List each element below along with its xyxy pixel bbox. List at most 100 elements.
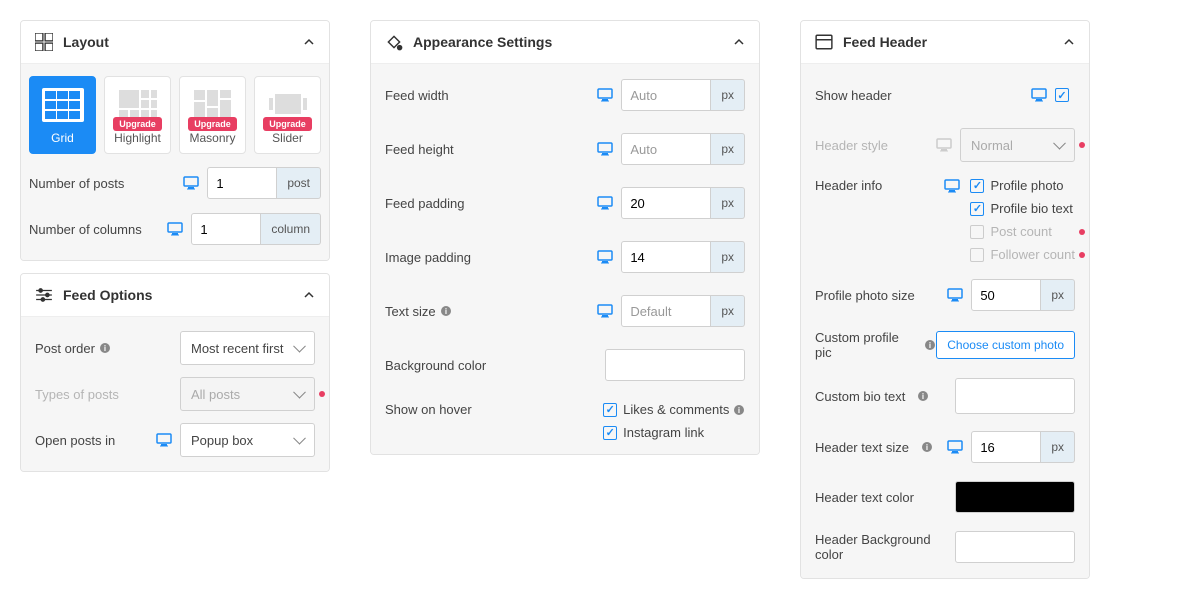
- checkbox-icon: [970, 225, 984, 239]
- profile-photo-size-row: Profile photo size px: [815, 278, 1075, 312]
- header-text-size-input[interactable]: [971, 431, 1041, 463]
- layout-panel-header[interactable]: Layout: [21, 21, 329, 64]
- sliders-icon: [35, 286, 53, 304]
- show-header-checkbox[interactable]: [1055, 88, 1069, 102]
- header-bg-color-label: Header Background color: [815, 532, 955, 562]
- desktop-icon: [936, 137, 952, 153]
- feed-height-row: Feed height px: [385, 132, 745, 166]
- unit-label: px: [1041, 431, 1075, 463]
- notification-dot-icon: [319, 391, 325, 397]
- feed-header-header[interactable]: Feed Header: [801, 21, 1089, 64]
- feed-width-input[interactable]: [621, 79, 711, 111]
- layout-card-highlight[interactable]: Upgrade Highlight: [104, 76, 171, 154]
- number-of-columns-label: Number of columns: [29, 222, 163, 237]
- post-order-select[interactable]: Most recent first: [180, 331, 315, 365]
- image-padding-label: Image padding: [385, 250, 593, 265]
- show-header-label: Show header: [815, 88, 1027, 103]
- layout-card-masonry[interactable]: Upgrade Masonry: [179, 76, 246, 154]
- unit-label: px: [711, 295, 745, 327]
- number-of-posts-input[interactable]: [207, 167, 277, 199]
- profile-photo-checkbox-row[interactable]: Profile photo: [970, 178, 1075, 193]
- custom-profile-pic-label: Custom profile pic i: [815, 330, 936, 360]
- feed-header-panel: Feed Header Show header Header style Nor…: [800, 20, 1090, 579]
- layout-card-slider[interactable]: Upgrade Slider: [254, 76, 321, 154]
- feed-padding-row: Feed padding px: [385, 186, 745, 220]
- feed-options-panel: Feed Options Post orderi Most recent fir…: [20, 273, 330, 472]
- likes-comments-label: Likes & comments: [623, 402, 729, 417]
- feed-padding-label: Feed padding: [385, 196, 593, 211]
- header-text-color-label: Header text color: [815, 490, 955, 505]
- layout-title: Layout: [63, 34, 303, 50]
- open-posts-in-row: Open posts in Popup box: [35, 423, 315, 457]
- layout-options: Grid Upgrade Highlight Upgrade Masonry U…: [29, 76, 321, 154]
- info-icon: i: [917, 390, 929, 402]
- desktop-icon: [597, 141, 613, 157]
- header-style-select: Normal: [960, 128, 1075, 162]
- checkbox-icon: [970, 179, 984, 193]
- profile-bio-label: Profile bio text: [990, 201, 1072, 216]
- paint-icon: [385, 33, 403, 51]
- feed-header-title: Feed Header: [843, 34, 1063, 50]
- svg-text:i: i: [929, 341, 931, 350]
- header-style-row: Header style Normal: [815, 128, 1075, 162]
- open-posts-in-select[interactable]: Popup box: [180, 423, 315, 457]
- open-posts-in-label: Open posts in: [35, 433, 152, 448]
- info-icon: i: [99, 342, 111, 354]
- unit-label: px: [711, 79, 745, 111]
- layout-card-grid[interactable]: Grid: [29, 76, 96, 154]
- image-padding-input[interactable]: [621, 241, 711, 273]
- desktop-icon: [944, 178, 960, 194]
- header-bg-color-input[interactable]: [955, 531, 1075, 563]
- show-on-hover-row: Show on hover Likes & comments i Instagr…: [385, 402, 745, 440]
- background-color-input[interactable]: [605, 349, 745, 381]
- background-color-label: Background color: [385, 358, 605, 373]
- header-text-size-row: Header text size i px: [815, 430, 1075, 464]
- follower-count-label: Follower count: [990, 247, 1075, 262]
- desktop-icon: [156, 432, 172, 448]
- likes-comments-checkbox-row[interactable]: Likes & comments i: [603, 402, 745, 417]
- checkbox-icon: [603, 426, 617, 440]
- svg-text:i: i: [444, 307, 446, 316]
- checkbox-icon: [970, 248, 984, 262]
- feed-options-header[interactable]: Feed Options: [21, 274, 329, 317]
- follower-count-checkbox-row: Follower count: [970, 247, 1075, 262]
- instagram-link-label: Instagram link: [623, 425, 704, 440]
- desktop-icon: [597, 303, 613, 319]
- unit-label: post: [277, 167, 321, 199]
- desktop-icon: [597, 195, 613, 211]
- svg-text:i: i: [104, 344, 106, 353]
- types-of-posts-row: Types of posts All posts: [35, 377, 315, 411]
- number-of-posts-label: Number of posts: [29, 176, 179, 191]
- desktop-icon: [183, 175, 199, 191]
- custom-bio-text-label: Custom bio text i: [815, 389, 955, 404]
- unit-label: column: [261, 213, 321, 245]
- chevron-up-icon: [303, 289, 315, 301]
- notification-dot-icon: [1079, 252, 1085, 258]
- show-header-row: Show header: [815, 78, 1075, 112]
- header-text-color-input[interactable]: [955, 481, 1075, 513]
- background-color-row: Background color: [385, 348, 745, 382]
- info-icon: i: [924, 339, 936, 351]
- text-size-input[interactable]: [621, 295, 711, 327]
- number-of-columns-row: Number of columns column: [29, 212, 321, 246]
- info-icon: i: [921, 441, 933, 453]
- number-of-posts-row: Number of posts post: [29, 166, 321, 200]
- instagram-link-checkbox-row[interactable]: Instagram link: [603, 425, 745, 440]
- text-size-row: Text sizei px: [385, 294, 745, 328]
- appearance-title: Appearance Settings: [413, 34, 733, 50]
- appearance-header[interactable]: Appearance Settings: [371, 21, 759, 64]
- choose-custom-photo-button[interactable]: Choose custom photo: [936, 331, 1075, 359]
- post-count-label: Post count: [990, 224, 1051, 239]
- custom-bio-textarea[interactable]: [955, 378, 1075, 414]
- feed-height-input[interactable]: [621, 133, 711, 165]
- feed-padding-input[interactable]: [621, 187, 711, 219]
- profile-bio-checkbox-row[interactable]: Profile bio text: [970, 201, 1075, 216]
- svg-text:i: i: [925, 443, 927, 452]
- header-info-label: Header info: [815, 178, 940, 193]
- grid-thumb-icon: [39, 85, 87, 125]
- info-icon: i: [440, 305, 452, 317]
- number-of-columns-input[interactable]: [191, 213, 261, 245]
- desktop-icon: [947, 439, 963, 455]
- image-padding-row: Image padding px: [385, 240, 745, 274]
- profile-photo-size-input[interactable]: [971, 279, 1041, 311]
